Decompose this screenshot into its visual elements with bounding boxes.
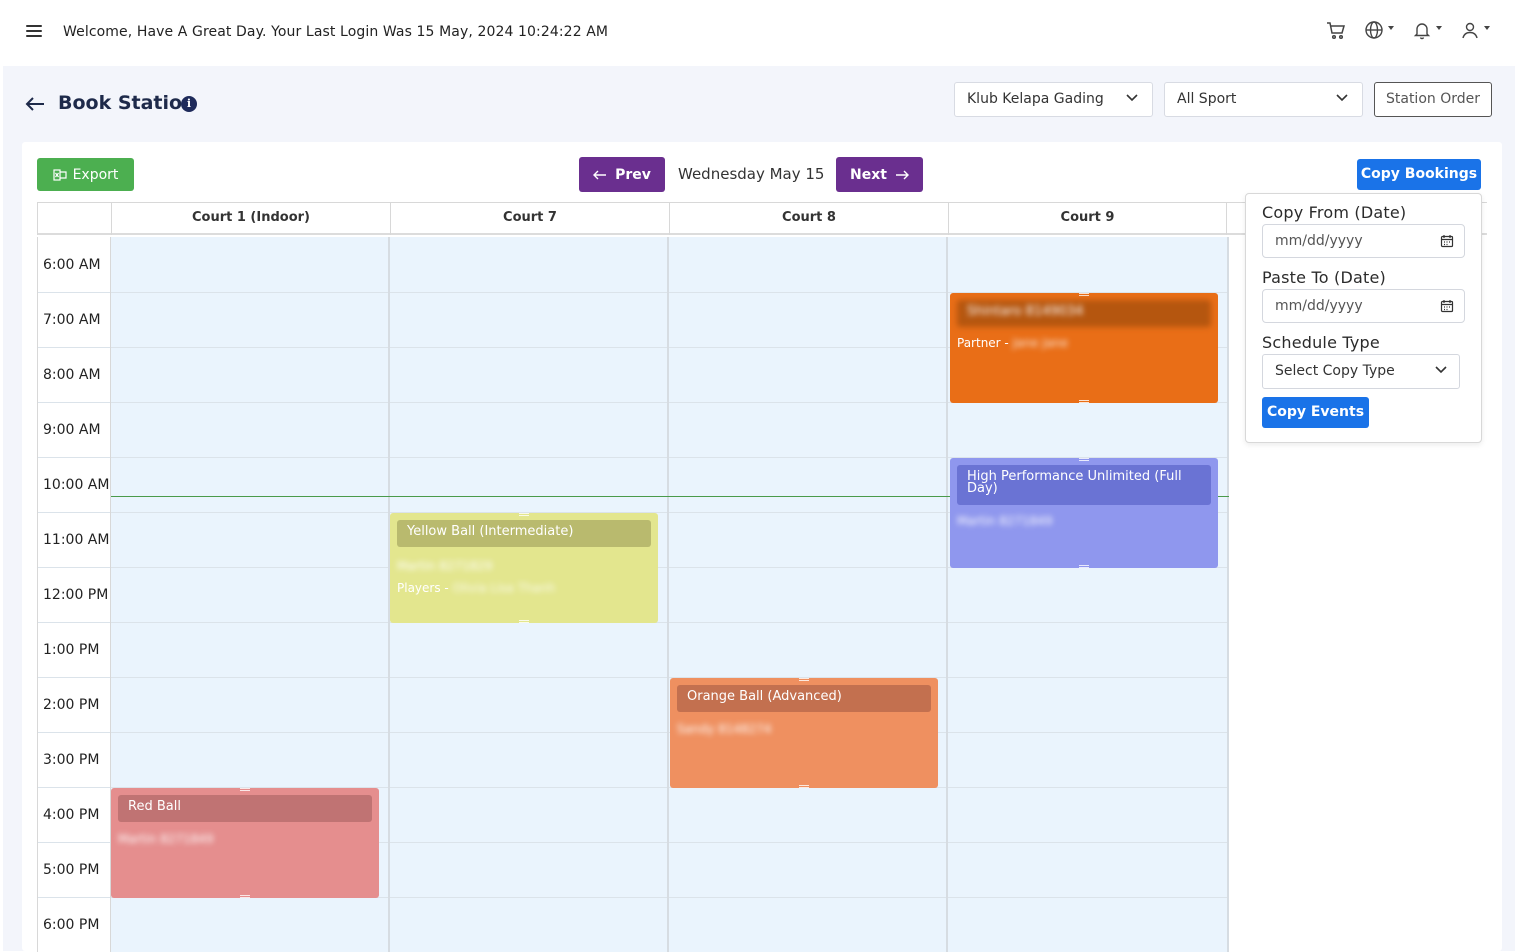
column-header-court-1: Court 1 (Indoor) — [111, 203, 390, 235]
time-label: 3:00 PM — [43, 752, 100, 768]
column-header-court-8: Court 8 — [669, 203, 948, 235]
event-subtitle: Martin 8271849 — [118, 832, 214, 846]
welcome-message: Welcome, Have A Great Day. Your Last Log… — [63, 24, 609, 40]
back-arrow-icon[interactable] — [25, 96, 45, 116]
partner-name: Jane Jane — [1012, 336, 1069, 350]
arrow-right-icon — [895, 170, 909, 179]
next-button[interactable]: Next — [836, 157, 923, 192]
user-icon[interactable] — [1460, 20, 1490, 40]
court-column-8[interactable] — [669, 237, 948, 952]
globe-icon[interactable] — [1364, 20, 1394, 40]
time-label: 9:00 AM — [43, 422, 101, 438]
schedule-type-select[interactable]: Select Copy Type — [1262, 354, 1460, 389]
sport-select-value: All Sport — [1177, 91, 1237, 107]
export-button[interactable]: Export — [37, 158, 134, 191]
time-label: 7:00 AM — [43, 312, 101, 328]
chevron-down-icon — [1336, 94, 1348, 102]
time-label: 8:00 AM — [43, 367, 101, 383]
next-label: Next — [850, 166, 887, 183]
copy-events-button[interactable]: Copy Events — [1262, 397, 1369, 428]
current-date: Wednesday May 15 — [678, 165, 825, 183]
event-subtitle: Sandy 8148274 — [677, 722, 772, 736]
column-header-court-7: Court 7 — [390, 203, 669, 235]
top-bar: Welcome, Have A Great Day. Your Last Log… — [0, 0, 1518, 66]
players-names: Olivia Lisa Thanh — [452, 581, 556, 595]
arrow-left-icon — [593, 170, 607, 179]
copy-bookings-panel: Copy From (Date) mm/dd/yyyy Paste To (Da… — [1245, 193, 1482, 443]
info-icon[interactable]: i — [181, 96, 197, 112]
booking-event[interactable]: Yellow Ball (Intermediate) Martin 827182… — [390, 513, 658, 623]
booking-event[interactable]: Red Ball Martin 8271849 — [111, 788, 379, 898]
export-label: Export — [72, 166, 119, 183]
booking-event[interactable]: Shintaro 8149034 Partner - Jane Jane — [950, 293, 1218, 403]
page-title: Book Station — [58, 92, 196, 114]
time-label: 5:00 PM — [43, 862, 100, 878]
copy-from-date-input[interactable]: mm/dd/yyyy — [1262, 224, 1465, 258]
schedule-type-label: Schedule Type — [1262, 333, 1380, 352]
event-title: Shintaro 8149034 — [957, 300, 1211, 327]
paste-to-date-input[interactable]: mm/dd/yyyy — [1262, 289, 1465, 323]
time-label: 2:00 PM — [43, 697, 100, 713]
hamburger-menu-icon[interactable] — [26, 25, 42, 39]
paste-to-placeholder: mm/dd/yyyy — [1275, 298, 1363, 314]
event-title: Yellow Ball (Intermediate) — [397, 520, 651, 547]
copy-from-label: Copy From (Date) — [1262, 203, 1407, 222]
club-select-value: Klub Kelapa Gading — [967, 91, 1104, 107]
event-subtitle: Martin 8271829 — [397, 559, 493, 573]
time-label: 6:00 PM — [43, 917, 100, 933]
event-title: Red Ball — [118, 795, 372, 822]
sport-select[interactable]: All Sport — [1164, 82, 1363, 117]
prev-button[interactable]: Prev — [579, 157, 665, 192]
event-title: Orange Ball (Advanced) — [677, 685, 931, 712]
event-title: High Performance Unlimited (Full Day) — [957, 465, 1211, 505]
calendar-icon[interactable] — [1440, 234, 1454, 248]
schedule-type-value: Select Copy Type — [1275, 363, 1395, 379]
bell-icon[interactable] — [1412, 20, 1442, 40]
players-prefix: Players - — [397, 581, 453, 595]
header-icons — [1326, 20, 1490, 40]
calendar-icon[interactable] — [1440, 299, 1454, 313]
time-label: 4:00 PM — [43, 807, 100, 823]
chevron-down-icon — [1126, 94, 1138, 102]
chevron-down-icon — [1435, 366, 1447, 374]
event-players: Players - Olivia Lisa Thanh — [397, 581, 555, 595]
club-select[interactable]: Klub Kelapa Gading — [954, 82, 1153, 117]
prev-label: Prev — [615, 166, 651, 183]
column-header-court-9: Court 9 — [948, 203, 1227, 235]
booking-event[interactable]: High Performance Unlimited (Full Day) Ma… — [950, 458, 1218, 568]
time-label: 1:00 PM — [43, 642, 100, 658]
time-label: 12:00 PM — [43, 587, 109, 603]
time-label: 11:00 AM — [43, 532, 110, 548]
time-column: 6:00 AM 7:00 AM 8:00 AM 9:00 AM 10:00 AM… — [37, 237, 111, 952]
time-label: 10:00 AM — [43, 477, 110, 493]
event-subtitle: Martin 8271849 — [957, 514, 1053, 528]
station-order-button[interactable]: Station Order — [1374, 82, 1492, 117]
time-column-header — [37, 203, 111, 235]
booking-event[interactable]: Orange Ball (Advanced) Sandy 8148274 — [670, 678, 938, 788]
cart-icon[interactable] — [1326, 20, 1346, 40]
time-label: 6:00 AM — [43, 257, 101, 273]
paste-to-label: Paste To (Date) — [1262, 268, 1386, 287]
copy-from-placeholder: mm/dd/yyyy — [1275, 233, 1363, 249]
event-subtitle: Partner - Jane Jane — [957, 336, 1068, 350]
partner-prefix: Partner - — [957, 336, 1013, 350]
copy-bookings-button[interactable]: Copy Bookings — [1357, 159, 1481, 190]
excel-icon — [52, 168, 67, 181]
